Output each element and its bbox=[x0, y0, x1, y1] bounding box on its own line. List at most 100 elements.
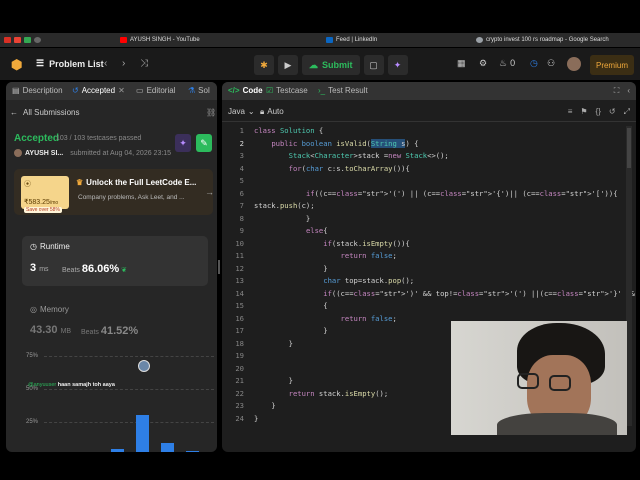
code-line[interactable]: 12 } bbox=[222, 264, 636, 277]
arrow-right-icon[interactable]: → bbox=[205, 187, 214, 197]
back-arrow-icon: ← bbox=[10, 108, 18, 117]
tab-test-result[interactable]: ›_ Test Result bbox=[318, 86, 368, 95]
glasses-left bbox=[517, 373, 539, 389]
code-text: } bbox=[254, 213, 311, 223]
debug-icon[interactable]: ✱ bbox=[254, 55, 274, 75]
code-text: return stack.isEmpty(); bbox=[288, 388, 389, 398]
author-name[interactable]: AYUSH SI... bbox=[25, 150, 63, 157]
code-line[interactable]: 4 for(char c:s.toCharArray()){ bbox=[222, 164, 636, 177]
notes-icon[interactable]: ▢ bbox=[363, 55, 384, 75]
code-line[interactable]: 7 stack.push(c); bbox=[222, 201, 636, 214]
close-tab-icon[interactable]: ✕ bbox=[118, 86, 125, 95]
language-select[interactable]: Java ⌄ bbox=[228, 107, 255, 116]
webcam-person-shirt bbox=[497, 413, 617, 435]
mail-icon[interactable] bbox=[14, 37, 21, 43]
runtime-beats: Beats 86.06% ❦ bbox=[62, 263, 127, 275]
toolbar-divider bbox=[222, 121, 636, 122]
tab-code[interactable]: </> Code bbox=[228, 86, 263, 95]
line-number: 10 bbox=[235, 238, 244, 248]
code-text: if(stack.isEmpty()){ bbox=[323, 238, 410, 248]
code-line[interactable]: 14 if((c==class="str">')' && top!=class=… bbox=[222, 289, 636, 302]
code-line[interactable]: 9 else{ bbox=[222, 226, 636, 239]
edit-note-button[interactable]: ✎ bbox=[196, 134, 212, 152]
your-submission-avatar[interactable] bbox=[138, 360, 150, 372]
problem-list-button[interactable]: ☰ Problem List bbox=[36, 58, 104, 69]
menu-icon[interactable]: ≡ bbox=[568, 107, 573, 117]
code-line[interactable]: 6 if((c==class="str">'(') || (c==class="… bbox=[222, 189, 636, 202]
sheets-icon[interactable] bbox=[24, 37, 31, 43]
code-line[interactable]: 10 if(stack.isEmpty()){ bbox=[222, 239, 636, 252]
scrollbar-thumb[interactable] bbox=[627, 128, 631, 168]
description-icon: ▤ bbox=[12, 86, 20, 95]
code-line[interactable]: 13 char top=stack.pop(); bbox=[222, 276, 636, 289]
memory-label[interactable]: ◎ Memory bbox=[30, 305, 69, 314]
tab-label: Accepted bbox=[81, 86, 116, 95]
code-text: } bbox=[254, 376, 293, 385]
globe-icon[interactable] bbox=[34, 37, 41, 43]
code-line[interactable]: 3 Stack<Character>stack =new Stack<>(); bbox=[222, 151, 636, 164]
code-text: class Solution { bbox=[254, 126, 324, 135]
collapse-icon[interactable]: ‹ bbox=[627, 86, 630, 96]
chart-bar[interactable] bbox=[161, 442, 174, 452]
timer-icon[interactable]: ◷ bbox=[530, 58, 538, 69]
analyze-ai-button[interactable]: ✦ bbox=[175, 134, 191, 152]
link-icon[interactable]: ⛓ bbox=[206, 108, 216, 117]
line-number: 7 bbox=[239, 201, 244, 210]
next-problem-icon[interactable]: › bbox=[122, 58, 125, 69]
runtime-card[interactable]: ◷ Runtime 3 ms Beats 86.06% ❦ bbox=[22, 236, 208, 286]
code-line[interactable]: 11 return false; bbox=[222, 251, 636, 264]
google-icon bbox=[476, 37, 483, 43]
tab-testcase[interactable]: ☑ Testcase bbox=[266, 86, 308, 95]
author-avatar[interactable] bbox=[14, 149, 22, 157]
runtime-distribution-chart[interactable]: 75% 50% 25% @anyuuser haan samajh toh aa… bbox=[16, 347, 214, 452]
bookmark-linkedin[interactable]: Feed | LinkedIn bbox=[326, 37, 377, 43]
code-line[interactable]: 5 bbox=[222, 176, 636, 189]
premium-promo-card[interactable]: ⦿ ₹583.25/mo Save over 58% ♛ Unlock the … bbox=[14, 169, 214, 215]
tab-accepted[interactable]: ↺ Accepted ✕ bbox=[72, 86, 125, 95]
run-button[interactable]: ▶ bbox=[278, 55, 298, 75]
shuffle-icon[interactable]: ⤨ bbox=[140, 58, 148, 69]
tab-editorial[interactable]: ▭ Editorial bbox=[136, 86, 175, 95]
code-text: public boolean isValid(String s) { bbox=[271, 138, 419, 148]
chart-bar[interactable] bbox=[136, 415, 149, 452]
braces-icon[interactable]: {} bbox=[596, 107, 601, 117]
bookmark-icons[interactable] bbox=[4, 37, 41, 43]
settings-gear-icon[interactable]: ⚙ bbox=[479, 58, 487, 69]
reset-icon[interactable]: ↺ bbox=[609, 107, 616, 117]
line-number: 19 bbox=[235, 351, 244, 360]
bookmark-youtube[interactable]: AYUSH SINGH - YouTube bbox=[120, 37, 200, 43]
gmail-icon[interactable] bbox=[4, 37, 11, 43]
maximize-icon[interactable]: ⛶ bbox=[614, 86, 620, 96]
ai-assist-icon[interactable]: ✦ bbox=[387, 55, 408, 75]
user-avatar[interactable] bbox=[567, 57, 581, 71]
streak-count: 0 bbox=[510, 58, 516, 68]
all-submissions-link[interactable]: ← All Submissions bbox=[10, 108, 79, 117]
bookmark-google[interactable]: crypto invest 100 rs roadmap - Google Se… bbox=[476, 37, 609, 43]
lock-icon: 🔒︎ bbox=[260, 107, 265, 116]
add-user-icon[interactable]: ⚇ bbox=[547, 58, 555, 69]
tab-label: Sol bbox=[198, 86, 210, 95]
premium-button[interactable]: Premium bbox=[590, 55, 634, 75]
line-number: 22 bbox=[235, 388, 244, 398]
fullscreen-icon[interactable]: ⤢ bbox=[624, 107, 630, 117]
streak-counter[interactable]: ♨ 0 bbox=[499, 58, 515, 69]
line-number: 16 bbox=[235, 313, 244, 323]
submit-label: Submit bbox=[322, 60, 353, 70]
code-line[interactable]: 8 } bbox=[222, 214, 636, 227]
chart-annotation: @anyuuser haan samajh toh aaya bbox=[28, 382, 115, 388]
leetcode-logo-icon[interactable]: ⬢ bbox=[11, 57, 23, 72]
tab-solutions[interactable]: ⚗ Sol bbox=[188, 86, 210, 95]
prev-problem-icon[interactable]: ‹ bbox=[104, 58, 107, 69]
tab-description[interactable]: ▤ Description bbox=[12, 86, 63, 95]
panel-resize-handle[interactable] bbox=[218, 260, 220, 274]
layout-grid-icon[interactable]: ▦ bbox=[457, 58, 466, 69]
code-line[interactable]: 15 { bbox=[222, 301, 636, 314]
submission-author: AYUSH SI... submitted at Aug 04, 2026 23… bbox=[14, 149, 171, 157]
code-line[interactable]: 1 class Solution { bbox=[222, 126, 636, 139]
line-number: 12 bbox=[235, 263, 244, 273]
chip-icon: ◎ bbox=[30, 305, 37, 314]
code-line[interactable]: 2 public boolean isValid(String s) { bbox=[222, 138, 636, 152]
youtube-icon bbox=[120, 37, 127, 43]
submit-button[interactable]: ☁ Submit bbox=[302, 55, 360, 75]
bookmark-icon[interactable]: ⚑ bbox=[580, 107, 587, 117]
